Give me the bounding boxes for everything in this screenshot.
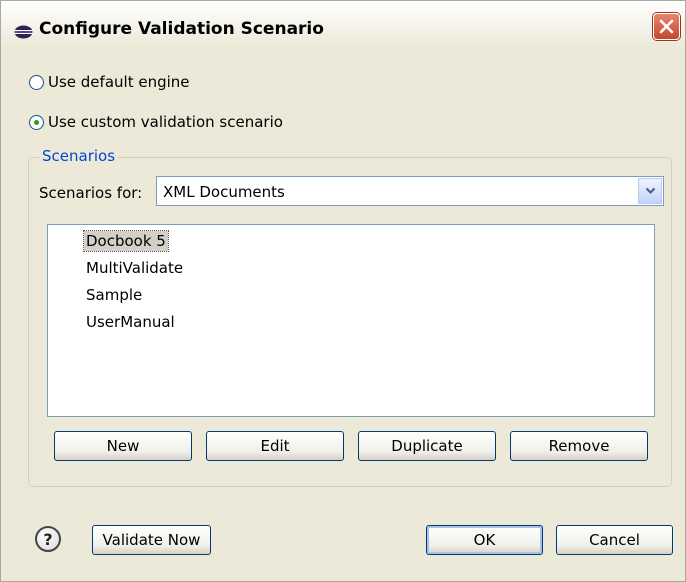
scenarios-for-dropdown[interactable]: XML Documents (156, 176, 664, 206)
close-icon (659, 19, 674, 34)
scenario-list[interactable]: Docbook 5 MultiValidate Sample UserManua… (47, 224, 655, 417)
dialog-title: Configure Validation Scenario (39, 19, 324, 39)
new-button[interactable]: New (54, 431, 192, 461)
remove-button[interactable]: Remove (510, 431, 648, 461)
scenarios-group-label: Scenarios (39, 147, 119, 165)
default-engine-option[interactable]: Use default engine (29, 73, 190, 91)
dialog-window: Configure Validation Scenario Use defaul… (0, 0, 686, 582)
chevron-down-icon (645, 187, 655, 195)
custom-scenario-label: Use custom validation scenario (48, 113, 283, 131)
ok-button[interactable]: OK (426, 525, 543, 555)
default-engine-radio[interactable] (29, 74, 44, 90)
scenarios-for-label: Scenarios for: (39, 184, 143, 202)
close-button[interactable] (653, 13, 680, 40)
scenario-item-usermanual[interactable]: UserManual (84, 312, 177, 332)
scenarios-for-value: XML Documents (163, 183, 285, 201)
scenario-item-sample[interactable]: Sample (84, 285, 144, 305)
edit-button[interactable]: Edit (206, 431, 344, 461)
cancel-button[interactable]: Cancel (556, 525, 673, 555)
help-icon[interactable]: ? (35, 526, 61, 552)
duplicate-button[interactable]: Duplicate (358, 431, 496, 461)
custom-scenario-option[interactable]: Use custom validation scenario (29, 113, 283, 131)
scenario-item-docbook-5[interactable]: Docbook 5 (83, 230, 169, 252)
eclipse-icon (14, 25, 33, 39)
custom-scenario-radio[interactable] (29, 114, 44, 130)
scenario-item-multivalidate[interactable]: MultiValidate (84, 258, 185, 278)
dropdown-button[interactable] (638, 178, 662, 204)
validate-now-button[interactable]: Validate Now (92, 525, 211, 555)
title-bar[interactable]: Configure Validation Scenario (1, 1, 685, 47)
default-engine-label: Use default engine (48, 73, 190, 91)
